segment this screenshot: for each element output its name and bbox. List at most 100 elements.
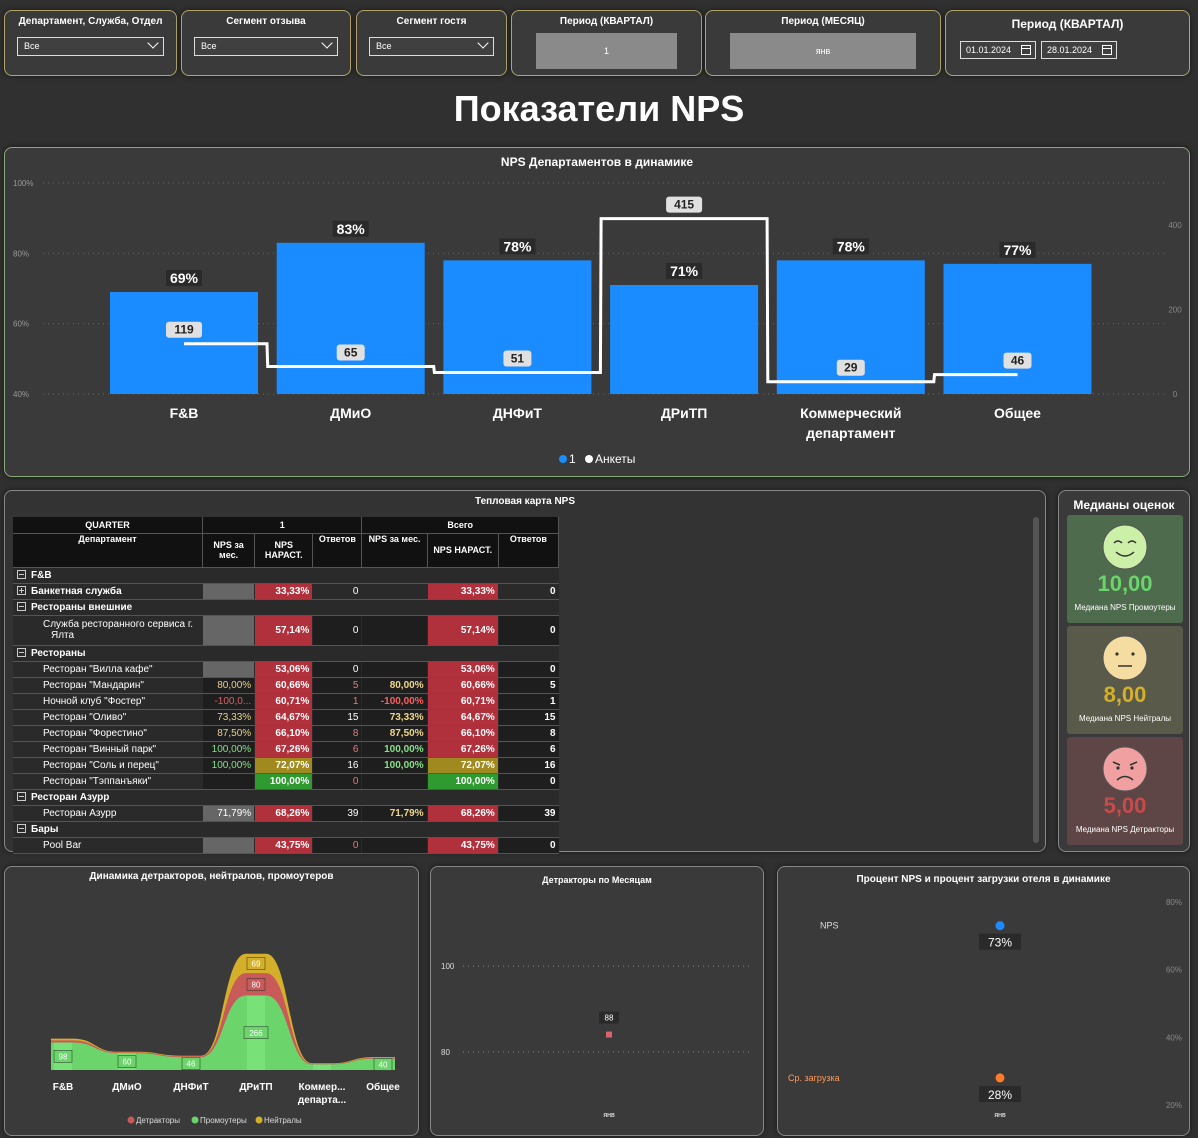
legend-marker <box>127 1116 135 1124</box>
legend-label[interactable]: 1 <box>569 452 576 466</box>
x-tick-label: ДМиО <box>112 1082 142 1093</box>
heatmap-cell: 60,71% <box>426 693 499 710</box>
bar-value-label: 71% <box>670 263 699 279</box>
table-row[interactable]: Ресторан "Мандарин" 80,00% 60,66% 5 80,00% 60… <box>13 677 559 694</box>
chevron-down-icon <box>147 37 159 49</box>
table-row[interactable]: Ресторан "Форестино" 87,50% 66,10% 8 87,50% 6… <box>13 725 559 742</box>
nps-bar[interactable] <box>610 284 759 394</box>
collapse-icon[interactable] <box>17 569 26 579</box>
table-row[interactable]: Рестораны <box>13 645 559 662</box>
period-month-filter: Период (МЕСЯЦ) янв <box>705 10 941 76</box>
table-row[interactable]: Бары <box>13 821 559 838</box>
heatmap-cell: 66,10% <box>426 725 499 742</box>
table-row[interactable]: Pool Bar 43,75% 0 43,75% 0 <box>13 837 559 854</box>
col-nps-month[interactable]: NPS за мес. <box>202 533 256 568</box>
table-row[interactable]: Служба ресторанного сервиса г. Ялта 57,14… <box>13 615 559 646</box>
col-total-nps-cum[interactable]: NPS НАРАСТ. <box>427 533 499 568</box>
heatmap-cell: 6 <box>312 741 362 758</box>
row-label-text: Ресторан "Форестино" <box>43 727 147 739</box>
median-value: 8,00 <box>1103 682 1147 707</box>
row-label-text: Ресторан Азурр <box>43 807 117 819</box>
guest-segment-dropdown[interactable]: Все <box>369 37 494 56</box>
face-outline <box>1102 746 1148 792</box>
legend-label[interactable]: Детракторы <box>136 1116 180 1125</box>
table-row[interactable]: F&B <box>13 567 559 584</box>
row-label-text: Ресторан "Винный парк" <box>43 743 157 755</box>
area-value-label: 40 <box>379 1060 388 1069</box>
legend-label[interactable]: Нейтралы <box>264 1116 302 1125</box>
heatmap-cell: 0 <box>497 615 559 646</box>
table-row[interactable]: Банкетная служба 33,33% 0 33,33% 0 <box>13 583 559 600</box>
heatmap-cell <box>426 645 499 662</box>
period-quarter-label: Период (КВАРТАЛ) <box>559 16 654 27</box>
face-eye <box>1116 766 1120 770</box>
table-row[interactable]: Ресторан Азурр 71,79% 68,26% 39 71,79% 68,26%… <box>13 805 559 822</box>
bar-value-label: 77% <box>1003 242 1032 258</box>
x-tick-label: департа... <box>298 1095 347 1106</box>
table-row[interactable]: Ресторан "Тэппанъяки" 100,00% 0 100,00% 0 <box>13 773 559 790</box>
x-tick-label: Коммер... <box>299 1082 346 1093</box>
heatmap-cell <box>254 821 313 838</box>
period-month-button[interactable]: янв <box>730 33 916 69</box>
heatmap-cell <box>361 567 428 584</box>
period-month-label: Период (МЕСЯЦ) <box>781 16 865 27</box>
col-nps-cum[interactable]: NPS НАРАСТ. <box>254 533 314 568</box>
area-value-label: 98 <box>59 1052 68 1061</box>
heatmap-cell <box>361 789 428 806</box>
row-label: Ресторан Азурр <box>13 789 203 806</box>
row-label-text: Рестораны <box>31 647 86 659</box>
detractor-point[interactable] <box>606 1031 612 1038</box>
legend-label[interactable]: Анкеты <box>595 452 635 466</box>
row-label: Ресторан "Тэппанъяки" <box>13 773 203 790</box>
heatmap-cell: 71,79% <box>202 805 255 822</box>
collapse-icon[interactable] <box>17 647 26 657</box>
vertical-scrollbar[interactable] <box>1033 517 1039 843</box>
heatmap-cell: 68,26% <box>254 805 313 822</box>
medians-panel: Медианы оценок 10,00 Медиана NPS Промоуте… <box>1058 490 1190 852</box>
col-department[interactable]: Департамент <box>13 533 204 568</box>
table-row[interactable]: Ресторан Азурр <box>13 789 559 806</box>
calendar-icon[interactable] <box>1102 45 1112 55</box>
col-answers[interactable]: Ответов <box>312 533 363 568</box>
row-label-text: Банкетная служба <box>31 585 122 597</box>
nps-bar[interactable] <box>443 260 592 394</box>
table-row[interactable]: Ресторан "Оливо" 73,33% 64,67% 15 73,33% 64,6… <box>13 709 559 726</box>
series-point[interactable] <box>995 921 1005 931</box>
collapse-icon[interactable] <box>17 601 26 611</box>
department-dropdown[interactable]: Все <box>17 37 164 56</box>
table-row[interactable]: Рестораны внешние <box>13 599 559 616</box>
nps-bar[interactable] <box>276 242 425 394</box>
date-from-input[interactable]: 01.01.2024 <box>960 41 1036 59</box>
calendar-icon[interactable] <box>1021 45 1031 55</box>
area-promoters[interactable] <box>51 995 395 1070</box>
series-point[interactable] <box>995 1073 1005 1083</box>
heatmap-cell <box>312 789 362 806</box>
x-tick-label: ДНФиТ <box>173 1082 208 1093</box>
heatmap-cell: 57,14% <box>426 615 499 646</box>
feedback-segment-dropdown[interactable]: Все <box>194 37 338 56</box>
x-tick-label: Коммерческий <box>800 405 901 421</box>
heatmap-cell <box>202 821 255 838</box>
series-name-label: NPS <box>820 921 839 931</box>
table-row[interactable]: Ресторан "Винный парк" 100,00% 67,26% 6 100,… <box>13 741 559 758</box>
expand-icon[interactable] <box>17 585 26 595</box>
feedback-segment-filter: Сегмент отзыва Все <box>181 10 351 76</box>
table-row[interactable]: Ночной клуб "Фостер" -100,0... 60,71% 1 -100… <box>13 693 559 710</box>
heatmap-cell <box>202 615 255 646</box>
col-total-answers[interactable]: Ответов <box>498 533 560 568</box>
legend-label[interactable]: Промоутеры <box>200 1116 247 1125</box>
period-quarter-button[interactable]: 1 <box>536 33 677 69</box>
heatmap-cell: 57,14% <box>254 615 313 646</box>
collapse-icon[interactable] <box>17 823 26 833</box>
table-row[interactable]: Ресторан "Вилла кафе" 53,06% 0 53,06% 0 <box>13 661 559 678</box>
heatmap-panel: Тепловая карта NPS QUARTER 1 Всего Депар… <box>4 490 1046 854</box>
table-row[interactable]: Ресторан "Соль и перец" 100,00% 72,07% 16 10… <box>13 757 559 774</box>
col-total-nps-month[interactable]: NPS за мес. <box>361 533 428 568</box>
date-to-input[interactable]: 28.01.2024 <box>1041 41 1117 59</box>
x-tick-label: ДМиО <box>330 405 371 421</box>
heatmap-cell: 80,00% <box>202 677 255 694</box>
heatmap-cell <box>361 773 428 790</box>
x-tick-label: департамент <box>806 425 896 441</box>
collapse-icon[interactable] <box>17 791 26 801</box>
legend-marker <box>191 1116 199 1124</box>
